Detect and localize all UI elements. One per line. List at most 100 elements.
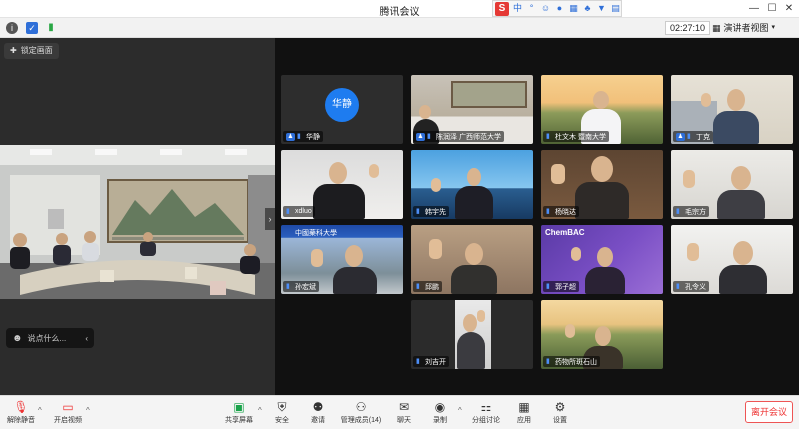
skin-icon[interactable]: ♣ bbox=[582, 3, 593, 14]
participant-tile[interactable]: ChemBAC ▮ 郭子超 bbox=[541, 225, 663, 294]
waving-hand-icon bbox=[687, 243, 699, 261]
person-head bbox=[465, 243, 483, 265]
participant-gallery: 华静 ♟ ▮ 华静 ♟ ▮ 陈润泽 广西师范大学 ▮ 杜文木 暨南大学 ♟ ▮ … bbox=[275, 38, 799, 395]
leave-meeting-button[interactable]: 离开会议 bbox=[745, 401, 793, 423]
lock-view-button[interactable]: ✚ 锁定画面 bbox=[4, 43, 59, 59]
participant-name: 药物所斑石山 bbox=[555, 358, 597, 366]
conference-room-scene bbox=[0, 145, 275, 299]
security-shield-icon: ⛨ bbox=[277, 400, 287, 414]
participant-tile[interactable]: ♟ ▮ 丁克 bbox=[671, 75, 793, 144]
start-video-button[interactable]: ▭ 开启视频 bbox=[52, 399, 84, 427]
chat-input[interactable]: ☻ 说点什么... ‹ bbox=[6, 328, 94, 348]
emoji-icon[interactable]: ☺ bbox=[540, 3, 551, 14]
participant-tile[interactable]: ▮ 孔令义 bbox=[671, 225, 793, 294]
record-button[interactable]: ◉ 录制 bbox=[428, 399, 452, 427]
participant-tile[interactable]: ▮ 邱鹏 bbox=[411, 225, 533, 294]
share-screen-icon: ▣ bbox=[233, 400, 245, 414]
participant-name: 郭子超 bbox=[555, 283, 576, 291]
collapse-panel-button[interactable]: › bbox=[265, 208, 275, 230]
waving-hand-icon bbox=[701, 93, 711, 107]
participant-name-tag: ▮ 邱鹏 bbox=[413, 281, 442, 292]
participant-tile[interactable]: 华静 ♟ ▮ 华静 bbox=[281, 75, 403, 144]
apps-label: 应用 bbox=[517, 417, 531, 424]
record-icon: ◉ bbox=[434, 400, 446, 414]
gear-icon: ⚙ bbox=[554, 400, 566, 414]
chat-button[interactable]: ✉ 聊天 bbox=[392, 399, 416, 427]
participant-name: 杨晓达 bbox=[555, 208, 576, 216]
toolbox-icon[interactable]: ▤ bbox=[610, 3, 621, 14]
person-head bbox=[591, 156, 613, 182]
view-label: 演讲者视图 bbox=[723, 23, 769, 33]
participant-name-tag: ▮ 刘吉开 bbox=[413, 356, 449, 367]
person-body bbox=[713, 111, 759, 144]
participant-tile[interactable]: ▮ 杜文木 暨南大学 bbox=[541, 75, 663, 144]
record-options-chevron-icon[interactable]: ^ bbox=[458, 406, 462, 415]
person-head bbox=[593, 91, 609, 109]
participant-name-tag: ♟ ▮ 丁克 bbox=[673, 131, 713, 142]
emoji-icon[interactable]: ☻ bbox=[12, 333, 23, 344]
breakout-label: 分组讨论 bbox=[472, 417, 500, 424]
participant-name-tag: ▮ 郭子超 bbox=[543, 281, 579, 292]
keyboard-icon[interactable]: ▦ bbox=[568, 3, 579, 14]
breakout-rooms-button[interactable]: ⚏ 分组讨论 bbox=[470, 399, 502, 427]
person-head bbox=[467, 168, 481, 186]
punctuation-icon[interactable]: ° bbox=[526, 3, 537, 14]
view-selector[interactable]: ▦ 演讲者视图 ▾ bbox=[712, 21, 775, 35]
participant-tile[interactable]: ▮ 韩宇先 bbox=[411, 150, 533, 219]
person-body bbox=[457, 332, 485, 369]
close-button[interactable]: ✕ bbox=[782, 2, 796, 16]
person-head bbox=[419, 105, 431, 119]
voice-icon[interactable]: ● bbox=[554, 3, 565, 14]
mic-options-chevron-icon[interactable]: ^ bbox=[38, 406, 42, 415]
participant-name: 孔令义 bbox=[685, 283, 706, 291]
minimize-button[interactable]: — bbox=[747, 2, 761, 16]
shield-icon[interactable]: ✓ bbox=[26, 22, 38, 34]
participant-tile[interactable]: ▮ 刘吉开 bbox=[411, 300, 533, 369]
invite-button[interactable]: ⚉ 邀请 bbox=[306, 399, 330, 427]
maximize-button[interactable]: ☐ bbox=[765, 2, 779, 16]
unmute-button[interactable]: 🎙 解除静音 bbox=[6, 399, 36, 427]
person-head bbox=[731, 166, 751, 190]
video-off-icon: ▭ bbox=[62, 400, 74, 414]
chevron-left-icon[interactable]: ‹ bbox=[85, 334, 88, 343]
shirt-icon[interactable]: ▼ bbox=[596, 3, 607, 14]
security-button[interactable]: ⛨ 安全 bbox=[270, 399, 294, 427]
waving-hand-icon bbox=[477, 310, 485, 322]
manage-members-button[interactable]: ⚇ 管理成员(14) bbox=[340, 399, 382, 427]
participant-tile[interactable]: ▮ 杨晓达 bbox=[541, 150, 663, 219]
info-icon[interactable]: i bbox=[6, 22, 18, 34]
participant-tile[interactable]: ▮ xdluo bbox=[281, 150, 403, 219]
participant-tile[interactable]: ♟ ▮ 陈润泽 广西师范大学 bbox=[411, 75, 533, 144]
sogou-logo-icon[interactable]: S bbox=[495, 1, 509, 16]
mic-icon: ▮ bbox=[546, 357, 550, 365]
participant-name-tag: ▮ 毛宗方 bbox=[673, 206, 709, 217]
participant-tile[interactable]: ▮ 药物所斑石山 bbox=[541, 300, 663, 369]
settings-label: 设置 bbox=[553, 417, 567, 424]
participant-name-tag: ▮ 孔令义 bbox=[673, 281, 709, 292]
participant-name-tag: ♟ ▮ 陈润泽 广西师范大学 bbox=[413, 131, 504, 142]
chat-bubble-icon: ✉ bbox=[398, 400, 410, 414]
participant-tile[interactable]: 中國藥科大學 ▮ 孙宏斌 bbox=[281, 225, 403, 294]
mic-icon: ▮ bbox=[427, 132, 431, 140]
participant-tile[interactable]: ▮ 毛宗方 bbox=[671, 150, 793, 219]
participant-name: 丁克 bbox=[696, 133, 710, 141]
video-options-chevron-icon[interactable]: ^ bbox=[86, 406, 90, 415]
ime-mode[interactable]: 中 bbox=[512, 3, 523, 14]
breakout-icon: ⚏ bbox=[480, 400, 492, 414]
mic-icon: ▮ bbox=[286, 282, 290, 290]
ime-toolbar: S 中 ° ☺ ● ▦ ♣ ▼ ▤ bbox=[492, 0, 622, 17]
participant-name-tag: ▮ 杨晓达 bbox=[543, 206, 579, 217]
waving-hand-icon bbox=[429, 239, 442, 259]
share-options-chevron-icon[interactable]: ^ bbox=[258, 406, 262, 415]
invite-user-icon: ⚉ bbox=[312, 400, 324, 414]
settings-button[interactable]: ⚙ 设置 bbox=[548, 399, 572, 427]
participant-name-tag: ▮ 韩宇先 bbox=[413, 206, 449, 217]
members-icon: ⚇ bbox=[355, 400, 367, 414]
chevron-down-icon: ▾ bbox=[771, 24, 776, 31]
waving-hand-icon bbox=[431, 178, 441, 192]
share-screen-button[interactable]: ▣ 共享屏幕 bbox=[222, 399, 256, 427]
participant-name-tag: ▮ 药物所斑石山 bbox=[543, 356, 600, 367]
apps-button[interactable]: ▦ 应用 bbox=[512, 399, 536, 427]
meeting-timer: 02:27:10 bbox=[665, 21, 711, 35]
signal-icon[interactable]: ▮ bbox=[45, 22, 57, 34]
